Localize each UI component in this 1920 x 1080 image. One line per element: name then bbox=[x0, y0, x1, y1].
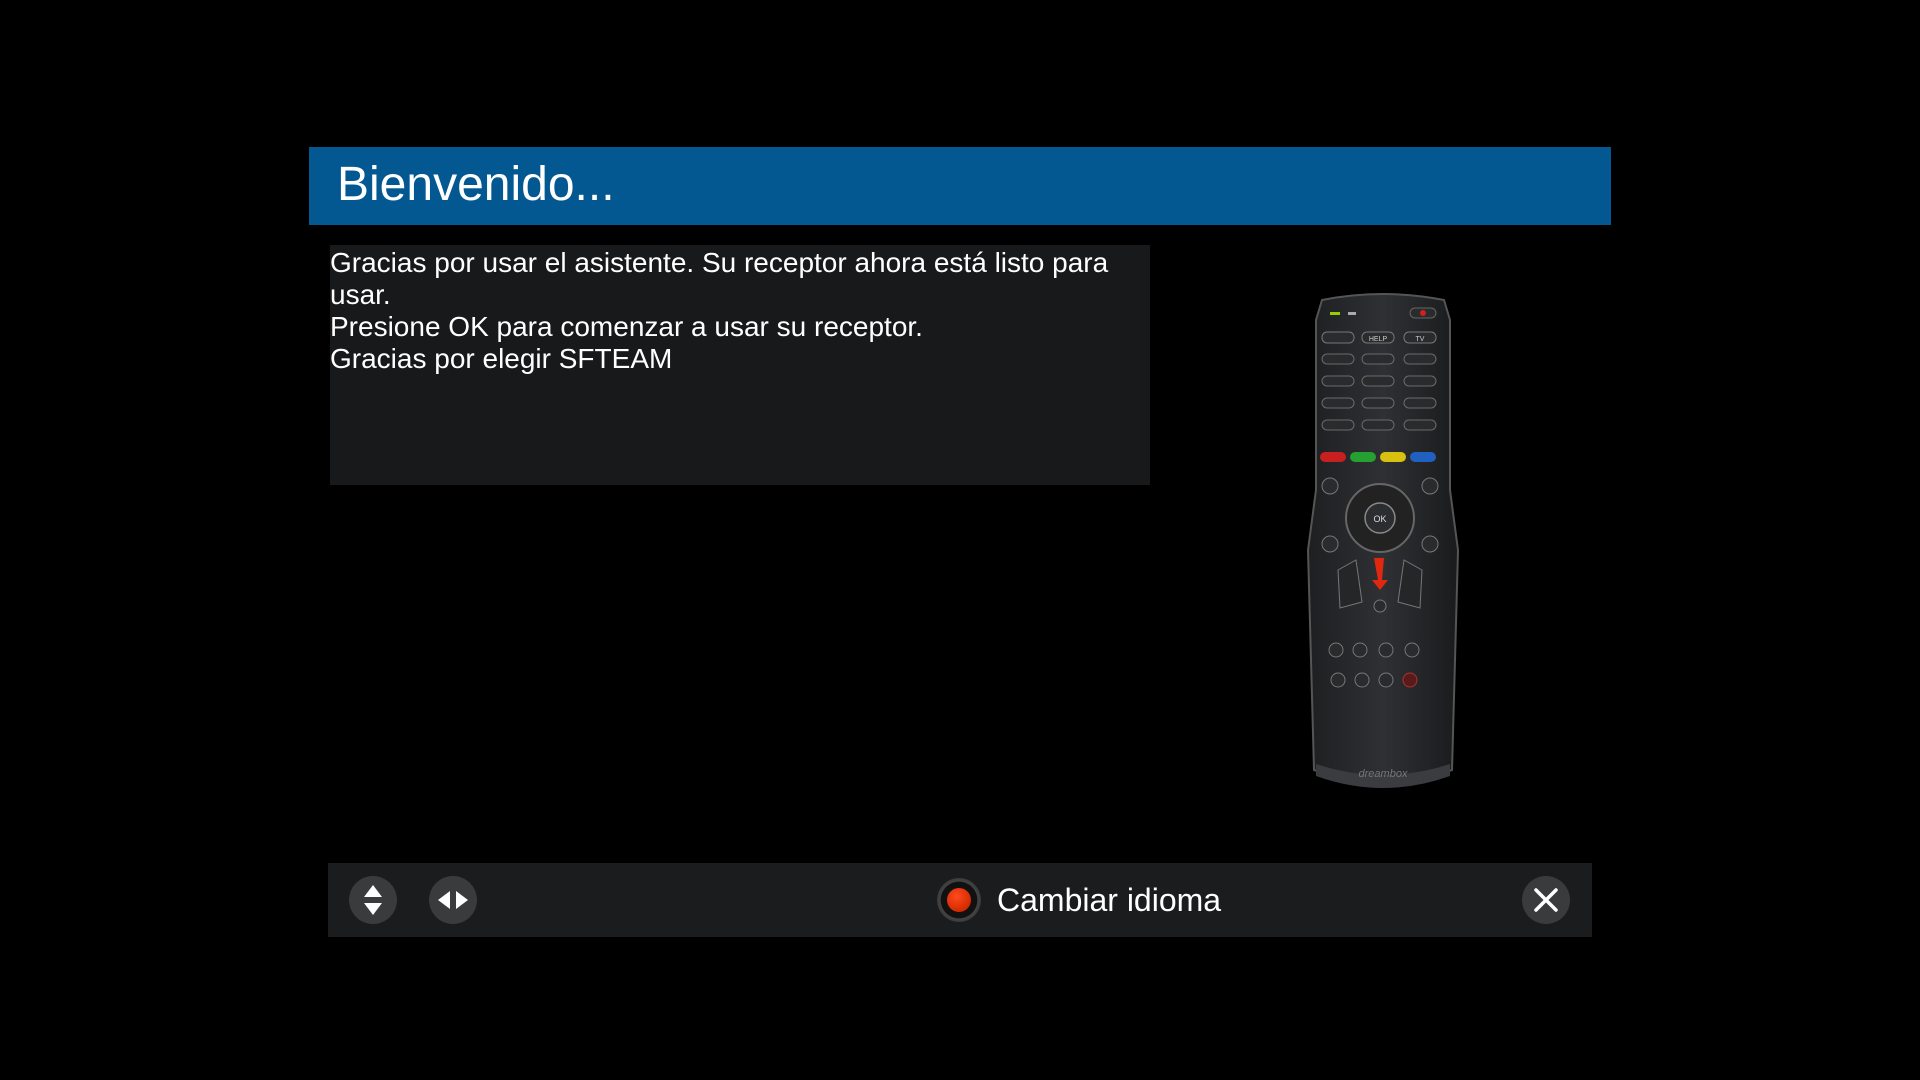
up-down-arrows-icon[interactable] bbox=[349, 876, 397, 924]
message-line: Presione OK para comenzar a usar su rece… bbox=[330, 311, 923, 342]
change-language-button[interactable]: Cambiar idioma bbox=[997, 881, 1221, 919]
ok-key-label: OK bbox=[1373, 514, 1386, 524]
red-dot-icon bbox=[947, 888, 971, 912]
message-panel: Gracias por usar el asistente. Su recept… bbox=[330, 245, 1150, 485]
title-bar: Bienvenido... bbox=[309, 147, 1611, 225]
left-right-arrows-icon[interactable] bbox=[429, 876, 477, 924]
page-title: Bienvenido... bbox=[337, 158, 615, 211]
tv-key-label: TV bbox=[1416, 336, 1425, 343]
brand-logo: dreambox bbox=[1359, 768, 1408, 780]
message-line: Gracias por elegir SFTEAM bbox=[330, 343, 673, 374]
message-line: Gracias por usar el asistente. Su recept… bbox=[330, 247, 1109, 310]
remote-control-icon: HELP TV OK dreambox bbox=[1300, 290, 1466, 800]
red-key-icon[interactable] bbox=[937, 878, 981, 922]
close-icon[interactable] bbox=[1522, 876, 1570, 924]
help-key-label: HELP bbox=[1369, 336, 1388, 343]
button-bar: Cambiar idioma bbox=[328, 863, 1592, 937]
